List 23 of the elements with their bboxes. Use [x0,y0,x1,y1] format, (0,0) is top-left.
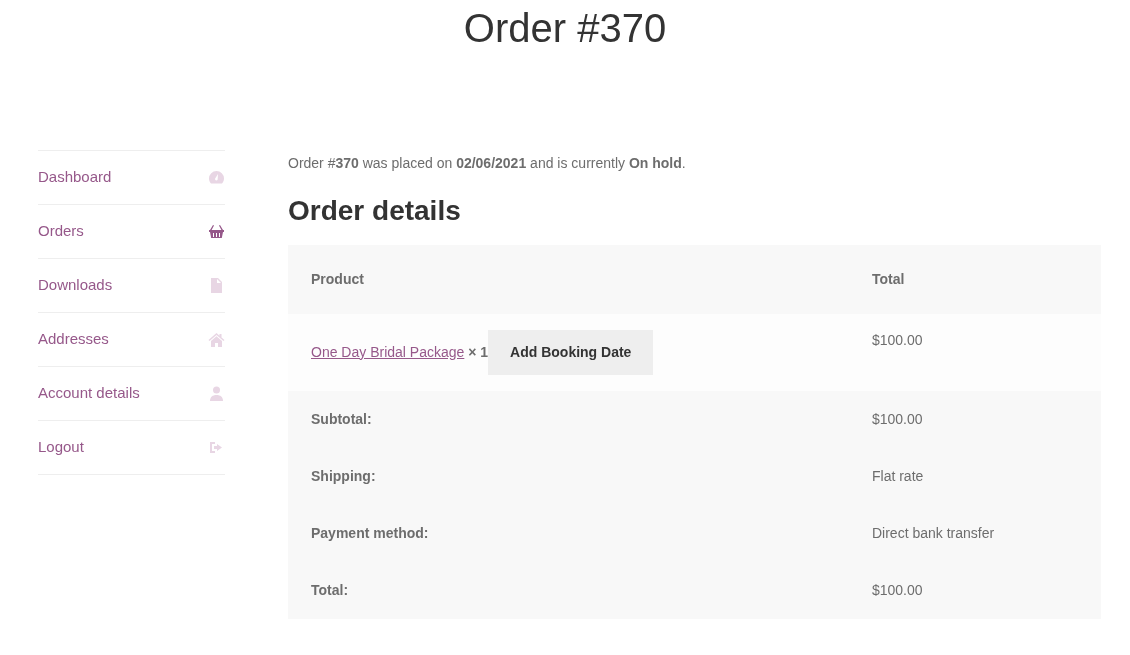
section-heading: Order details [288,194,462,228]
sidebar-item[interactable]: Orders [38,205,225,259]
sidebar-item[interactable]: Addresses [38,313,225,367]
order-summary: Order #370 was placed on 02/06/2021 and is currently On hold. [288,154,687,173]
table-cell: Direct bank transfer [848,504,1101,562]
page-title: Order #370 [462,6,668,50]
add-booking-button[interactable]: Add Booking Date [488,329,654,375]
table-cell: $100.00 [848,313,1101,391]
table-cell: Flat rate [848,447,1101,505]
table-cell: $100.00 [848,390,1101,448]
sidebar-item[interactable]: Downloads [38,259,225,313]
sidebar-item[interactable]: Logout [38,421,225,475]
column-header: Total [848,244,1101,314]
row-label: Payment method: [288,504,849,562]
quantity-text: × 1 [468,343,489,360]
sidebar-item[interactable]: Account details [38,367,225,421]
row-label: Subtotal: [288,390,849,448]
sidebar-item[interactable]: Dashboard [38,151,225,205]
table-cell: $100.00 [848,561,1101,619]
row-label: Total: [288,561,849,619]
row-label: Shipping: [288,447,849,505]
product-link[interactable]: One Day Bridal Package [311,343,465,360]
column-header: Product [288,244,849,314]
